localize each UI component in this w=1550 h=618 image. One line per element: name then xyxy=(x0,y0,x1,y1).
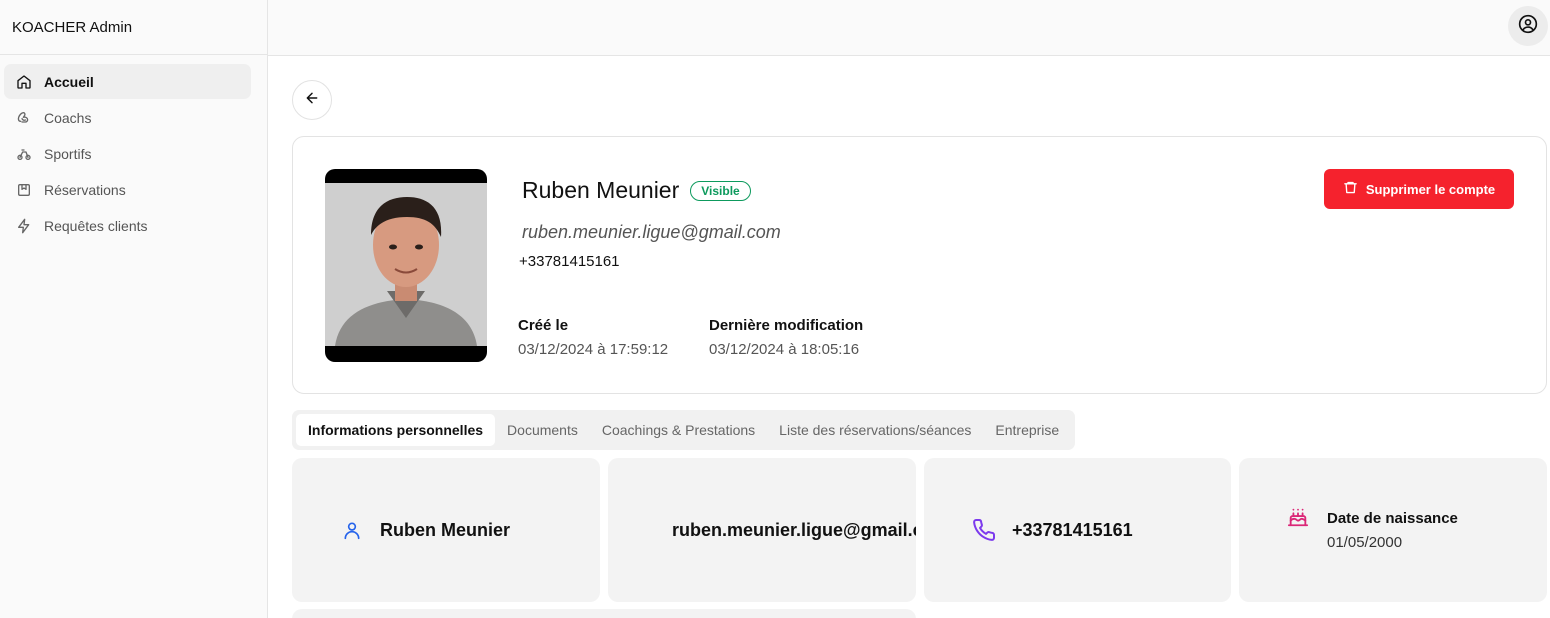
arrow-left-icon xyxy=(304,90,320,111)
info-phone: +33781415161 xyxy=(1012,519,1133,540)
tab-reservations[interactable]: Liste des réservations/séances xyxy=(767,414,983,446)
profile-photo xyxy=(325,169,487,362)
profile-name: Ruben Meunier xyxy=(522,177,680,203)
created-value: 03/12/2024 à 17:59:12 xyxy=(518,341,669,358)
sidebar-item-label: Réservations xyxy=(44,181,126,198)
info-card-birthdate: Date de naissance 01/05/2000 xyxy=(1239,458,1547,602)
sidebar-item-label: Sportifs xyxy=(44,145,92,162)
info-email: ruben.meunier.ligue@gmail.com xyxy=(672,519,916,540)
profile-name-row: Ruben Meunier Visible xyxy=(522,177,751,204)
tab-entreprise[interactable]: Entreprise xyxy=(983,414,1071,446)
phone-icon xyxy=(972,518,996,542)
sidebar: KOACHER Admin Accueil Coachs Sportifs Ré… xyxy=(0,0,268,618)
info-card-name: Ruben Meunier xyxy=(292,458,600,602)
profile-email: ruben.meunier.ligue@gmail.com xyxy=(522,222,781,242)
cake-icon xyxy=(1287,506,1309,528)
sidebar-nav: Accueil Coachs Sportifs Réservations Req… xyxy=(0,55,267,253)
modified-label: Dernière modification xyxy=(709,317,864,334)
tab-coachings-prestations[interactable]: Coachings & Prestations xyxy=(590,414,767,446)
account-button[interactable] xyxy=(1508,6,1548,46)
sidebar-item-sportifs[interactable]: Sportifs xyxy=(4,136,263,171)
zap-icon xyxy=(16,218,32,234)
bike-icon xyxy=(16,146,32,162)
home-icon xyxy=(16,74,32,90)
sidebar-item-requetes[interactable]: Requêtes clients xyxy=(4,208,263,243)
book-icon xyxy=(16,182,32,198)
avatar xyxy=(325,183,487,346)
status-badge: Visible xyxy=(690,180,751,201)
info-card-phone: +33781415161 xyxy=(924,458,1231,602)
birthdate-label: Date de naissance xyxy=(1327,509,1458,527)
info-card-partial xyxy=(292,609,916,618)
dumbbell-icon xyxy=(16,110,32,126)
trash-icon xyxy=(1343,180,1366,198)
birthdate-block: Date de naissance 01/05/2000 xyxy=(1327,510,1458,551)
sidebar-item-label: Accueil xyxy=(44,73,94,90)
created-label: Créé le xyxy=(518,317,569,334)
profile-phone: +33781415161 xyxy=(519,253,620,270)
sidebar-item-accueil[interactable]: Accueil xyxy=(4,64,251,99)
profile-card: Ruben Meunier Visible ruben.meunier.ligu… xyxy=(292,136,1547,394)
tab-documents[interactable]: Documents xyxy=(495,414,590,446)
sidebar-item-coachs[interactable]: Coachs xyxy=(4,100,263,135)
birthdate-value: 01/05/2000 xyxy=(1327,533,1403,551)
sidebar-item-label: Coachs xyxy=(44,109,92,126)
info-card-email: ruben.meunier.ligue@gmail.com xyxy=(608,458,916,602)
user-icon xyxy=(342,519,362,541)
modified-value: 03/12/2024 à 18:05:16 xyxy=(709,341,860,358)
app-title: KOACHER Admin xyxy=(0,0,267,55)
delete-account-button[interactable]: Supprimer le compte xyxy=(1324,169,1514,209)
tab-bar: Informations personnelles Documents Coac… xyxy=(292,410,1076,450)
sidebar-item-label: Requêtes clients xyxy=(44,217,148,234)
back-button[interactable] xyxy=(292,80,332,120)
user-circle-icon xyxy=(1518,14,1538,39)
created-block: Créé le 03/12/2024 à 17:59:12 xyxy=(518,317,668,358)
info-name: Ruben Meunier xyxy=(380,519,511,540)
tab-informations-personnelles[interactable]: Informations personnelles xyxy=(296,414,496,446)
modified-block: Dernière modification 03/12/2024 à 18:05… xyxy=(709,317,863,358)
top-bar xyxy=(268,0,1550,56)
sidebar-item-reservations[interactable]: Réservations xyxy=(4,172,263,207)
delete-account-label: Supprimer le compte xyxy=(1365,181,1496,197)
